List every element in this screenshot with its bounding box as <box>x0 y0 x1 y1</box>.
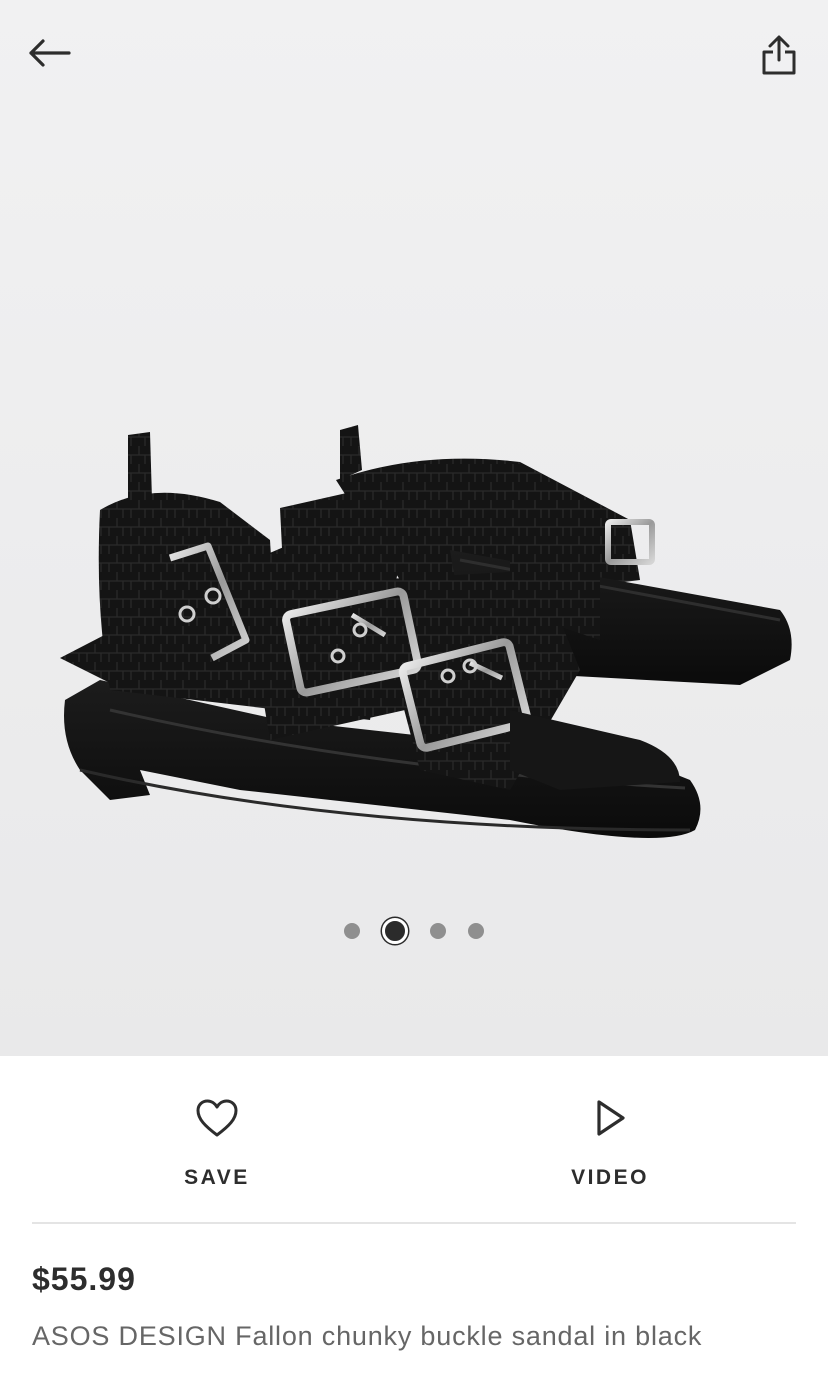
pagination-dot-active[interactable] <box>382 918 408 944</box>
product-title: ASOS DESIGN Fallon chunky buckle sandal … <box>32 1321 703 1351</box>
image-pagination-dots <box>0 916 828 946</box>
save-label: SAVE <box>184 1166 250 1189</box>
play-icon <box>593 1096 627 1140</box>
video-button[interactable]: VIDEO <box>403 1056 817 1224</box>
back-button[interactable] <box>17 21 81 85</box>
share-icon <box>762 35 796 75</box>
arrow-left-icon <box>29 39 71 67</box>
pagination-dot[interactable] <box>430 923 446 939</box>
share-button[interactable] <box>747 23 811 87</box>
product-actions: SAVE VIDEO <box>0 1056 828 1224</box>
product-image-gallery[interactable] <box>0 0 828 1056</box>
pagination-dot[interactable] <box>468 923 484 939</box>
product-price: $55.99 <box>32 1261 136 1297</box>
divider <box>32 1222 796 1224</box>
video-label: VIDEO <box>571 1166 649 1189</box>
pagination-dot[interactable] <box>344 923 360 939</box>
heart-icon <box>195 1096 239 1140</box>
product-image[interactable] <box>40 410 810 890</box>
save-button[interactable]: SAVE <box>10 1056 424 1224</box>
